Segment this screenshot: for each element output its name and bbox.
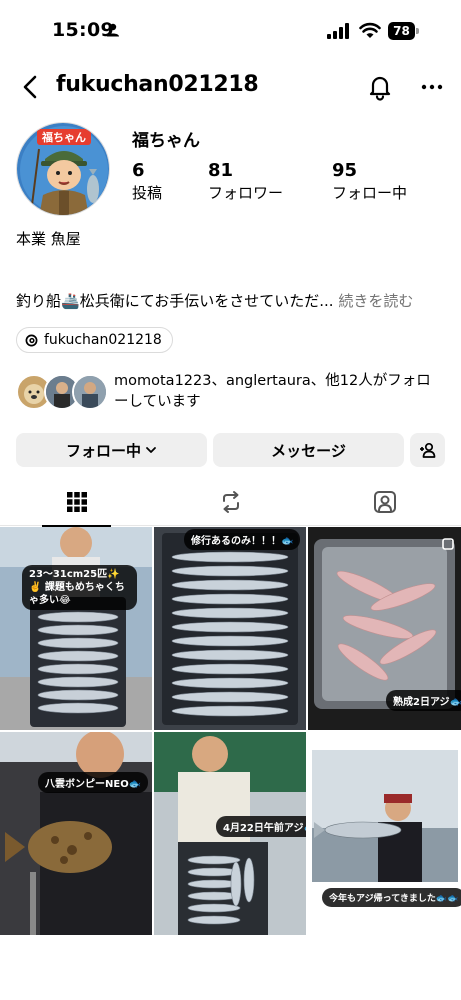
following-button-label: フォロー中 — [65, 441, 141, 460]
profile-actions: フォロー中 メッセージ — [16, 433, 445, 467]
profile-tabs — [0, 478, 461, 527]
post-caption: 修行あるのみ！！！🐟 — [184, 529, 301, 550]
add-person-icon — [419, 442, 435, 458]
battery-indicator: 78 — [388, 22, 419, 40]
avatar-badge-text: 福ちゃん — [41, 130, 86, 144]
profile-username: fukuchan021218 — [56, 72, 259, 97]
post-thumbnail[interactable]: 今年もアジ帰ってきました🐟🐟 — [308, 732, 461, 935]
bio-line-2: 釣り船🚢松兵衛にてお手伝いをさせていただ... 続きを読む — [16, 290, 413, 311]
post-caption: 今年もアジ帰ってきました🐟🐟 — [322, 888, 461, 907]
mutual-avatar — [72, 374, 108, 410]
bio-text-b: 松兵衛にてお手伝いをさせていただ... — [79, 292, 334, 310]
post-image — [154, 527, 306, 730]
tab-tagged[interactable] — [308, 478, 461, 526]
tab-reels[interactable] — [154, 478, 307, 526]
stat-posts[interactable]: 6 投稿 — [132, 160, 162, 204]
post-caption: 八雲ボンピーNEO🐟 — [38, 772, 149, 793]
chevron-down-icon — [146, 447, 156, 453]
bio-line-1: 本業 魚屋 — [16, 230, 81, 248]
stat-followers[interactable]: 81 フォロワー — [208, 160, 283, 204]
stat-posts-label: 投稿 — [132, 184, 163, 202]
battery-level: 78 — [388, 22, 415, 40]
message-button-label: メッセージ — [271, 441, 346, 460]
following-button[interactable]: フォロー中 — [16, 433, 207, 467]
more-options-icon[interactable] — [418, 73, 446, 101]
stat-followers-count: 81 — [208, 160, 234, 181]
bio-text-a: 釣り船 — [16, 292, 62, 310]
post-image — [0, 732, 152, 935]
ship-emoji-icon: 🚢 — [61, 292, 80, 310]
person-icon — [107, 23, 119, 37]
mutual-followers-avatars[interactable] — [16, 374, 108, 410]
status-bar: 15:09 78 — [0, 0, 461, 62]
mutual-followers-text[interactable]: momota1223、anglertaura、他12人がフォローしています — [114, 371, 444, 413]
display-name: 福ちゃん — [132, 131, 200, 151]
message-button[interactable]: メッセージ — [213, 433, 404, 467]
stat-followers-label: フォロワー — [208, 184, 284, 202]
stat-following-label: フォロー中 — [332, 184, 408, 202]
profile-header: fukuchan021218 — [0, 62, 461, 112]
post-caption: 4月22日午前アジ🐟 — [216, 816, 306, 837]
bell-icon[interactable] — [366, 73, 394, 101]
stat-following-count: 95 — [332, 160, 358, 181]
grid-icon — [66, 492, 87, 512]
post-image — [0, 527, 152, 730]
suggest-people-button[interactable] — [410, 433, 445, 467]
wifi-icon — [359, 22, 381, 38]
stat-posts-count: 6 — [132, 160, 145, 181]
post-thumbnail[interactable]: 4月22日午前アジ🐟 — [154, 732, 306, 935]
stat-following[interactable]: 95 フォロー中 — [332, 160, 407, 204]
back-arrow-icon[interactable] — [16, 72, 46, 102]
threads-badge[interactable]: fukuchan021218 — [16, 327, 173, 353]
profile-avatar[interactable]: 福ちゃん — [16, 122, 110, 216]
post-caption: 23〜31cm25匹✨✌️ 課題もめちゃくちゃ多い😂 — [22, 565, 137, 610]
tab-posts[interactable] — [0, 478, 153, 527]
repost-icon — [222, 491, 239, 513]
threads-icon — [25, 334, 38, 346]
post-thumbnail[interactable]: 23〜31cm25匹✨✌️ 課題もめちゃくちゃ多い😂 — [0, 527, 152, 730]
cellular-signal-icon — [327, 23, 349, 39]
post-caption: 熟成2日アジ🐟 — [386, 690, 461, 711]
threads-handle: fukuchan021218 — [44, 332, 162, 348]
tagged-person-icon — [373, 491, 396, 513]
read-more-link[interactable]: 続きを読む — [334, 292, 413, 310]
avatar-illustration: 福ちゃん — [17, 123, 109, 215]
post-thumbnail[interactable]: 修行あるのみ！！！🐟 — [154, 527, 306, 730]
post-thumbnail[interactable]: 熟成2日アジ🐟 — [308, 527, 461, 730]
post-thumbnail[interactable]: 八雲ボンピーNEO🐟 — [0, 732, 152, 935]
status-time: 15:09 — [52, 19, 114, 41]
